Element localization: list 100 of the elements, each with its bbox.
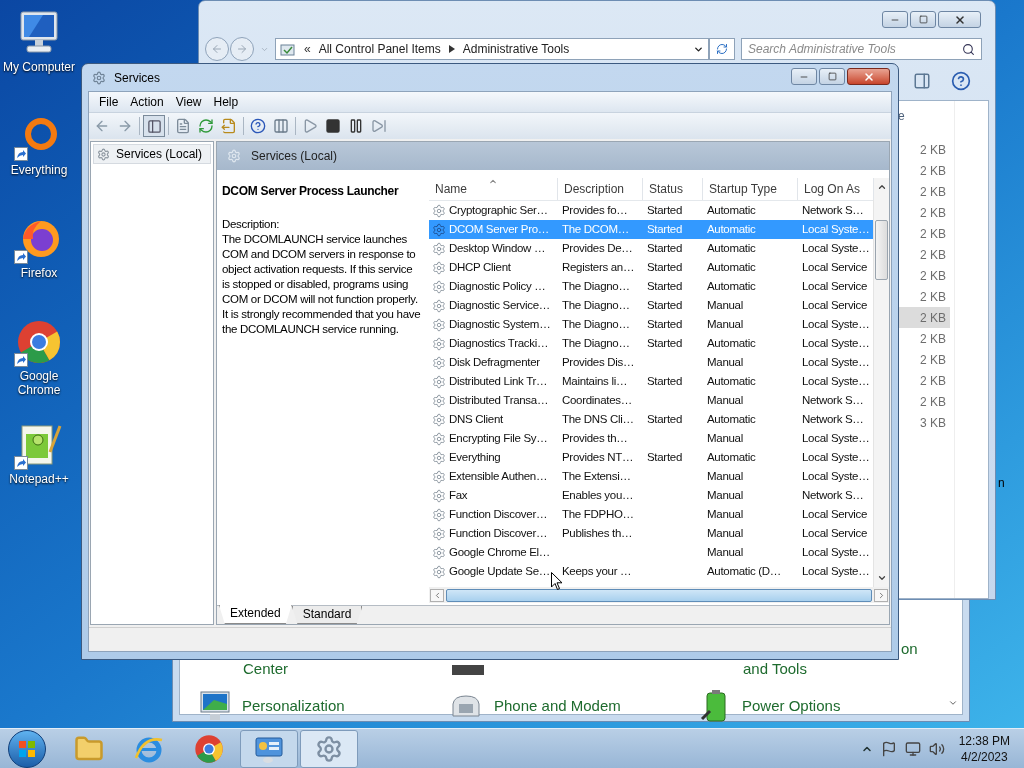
help-icon[interactable] [951,71,971,91]
desktop-icon-label[interactable]: My Computer [1,60,77,74]
item-label[interactable]: Power Options [742,694,841,718]
columns-icon[interactable] [273,118,289,134]
forward-icon[interactable] [117,118,133,134]
service-row[interactable]: DHCP Client Registers an… Started Automatic Local Service [429,258,873,277]
refresh-icon[interactable] [198,118,214,134]
item-label[interactable]: Center [243,660,289,678]
menu-item[interactable]: View [169,93,208,111]
address-field[interactable]: « All Control Panel Items Administrative Tools [275,38,709,60]
service-row[interactable]: Diagnostic Service… The Diagno… Started Manual Local Service [429,296,873,315]
service-row[interactable]: Encrypting File Sy… Provides th… Manual Local Syste… [429,429,873,448]
close-icon [953,13,966,26]
file-size: 2 KB [919,204,947,222]
service-row[interactable]: Diagnostics Tracki… The Diagno… Started Automatic Local Syste… [429,334,873,353]
table-cell-text: Everything [449,449,501,465]
service-row[interactable]: Extensible Authen… The Extensi… Manual Local Syste… [429,467,873,486]
close-button[interactable] [847,68,890,85]
gear-icon [315,734,343,763]
breadcrumb-item[interactable]: Administrative Tools [462,40,570,58]
scroll-down-icon[interactable] [948,698,958,708]
table-cell-text: Local Syste… [802,449,870,465]
flag-icon[interactable] [880,740,897,757]
service-row[interactable]: Diagnostic Policy … The Diagno… Started Automatic Local Service [429,277,873,296]
service-row[interactable]: Distributed Transa… Coordinates… Manual Network S… [429,391,873,410]
gear-icon [432,564,446,579]
desktop-icon-label[interactable]: Everything [1,163,77,177]
menu-item[interactable]: File [93,93,125,111]
taskbar-button[interactable] [240,729,298,768]
menu-item[interactable]: Action [124,93,170,111]
service-row[interactable]: Everything Provides NT… Started Automatic Local Syste… [429,448,873,467]
scroll-down-icon[interactable] [876,573,887,583]
column-header[interactable]: Status [643,178,703,200]
maximize-button[interactable] [910,11,936,28]
file-size: 2 KB [919,183,947,201]
column-header[interactable]: Name [429,178,558,200]
service-row[interactable]: Google Update Se… Keeps your … Automatic (D… Local Syste… [429,562,873,581]
item-label[interactable]: on [901,640,918,658]
service-row[interactable]: Fax Enables you… Manual Network S… [429,486,873,505]
desktop-icon-label[interactable]: Google Chrome [1,369,77,397]
tree-item[interactable]: Services (Local) [93,144,211,164]
forward-button[interactable] [230,37,254,61]
view-tab[interactable]: Extended [219,605,292,624]
horizontal-scrollbar[interactable] [429,587,889,603]
service-row[interactable]: Disk Defragmenter Provides Dis… Manual Local Syste… [429,353,873,372]
table-cell-text: The DCOM… [562,221,629,237]
table-cell-text: The Extensi… [562,468,631,484]
desktop-icon-label[interactable]: Notepad++ [1,472,77,486]
refresh-button[interactable] [709,38,735,60]
scrollbar-thumb[interactable] [446,588,872,602]
service-row[interactable]: Function Discover… The FDPHO… Manual Local Service [429,505,873,524]
scroll-up-icon[interactable] [876,182,887,192]
help-icon[interactable] [250,118,266,134]
address-overflow[interactable]: « [304,40,311,58]
view-tab[interactable]: Standard [291,606,363,624]
preview-pane-icon[interactable] [913,72,931,90]
clock[interactable]: 12:38 PM 4/2/2023 [958,732,1010,765]
console-tree-icon[interactable] [146,118,162,134]
play-icon[interactable] [302,118,318,134]
desktop-icon-label[interactable]: Firefox [1,266,77,280]
service-row[interactable]: Diagnostic System… The Diagno… Started Manual Local Syste… [429,315,873,334]
item-label[interactable]: Phone and Modem [494,694,621,718]
minimize-button[interactable] [791,68,817,85]
close-button[interactable] [938,11,981,28]
maximize-button[interactable] [819,68,845,85]
vertical-scrollbar[interactable] [873,178,889,587]
taskbar-button[interactable] [300,729,358,768]
item-label[interactable]: Personalization [242,694,345,718]
service-row[interactable]: Function Discover… Publishes th… Manual Local Service [429,524,873,543]
item-label[interactable]: and Tools [743,660,807,678]
speaker-icon[interactable] [928,740,945,757]
back-icon[interactable] [94,118,110,134]
scrollbar-thumb[interactable] [875,220,888,280]
service-row[interactable]: DNS Client The DNS Cli… Started Automatic Network S… [429,410,873,429]
properties-icon[interactable] [175,118,191,134]
breadcrumb-item[interactable]: All Control Panel Items [318,40,441,58]
column-header[interactable]: Description [558,178,643,200]
search-field[interactable]: Search Administrative Tools [741,38,982,60]
stop-icon[interactable] [325,118,341,134]
column-header[interactable]: Startup Type [703,178,798,200]
table-cell-text: The Diagno… [562,335,630,351]
service-row[interactable]: Cryptographic Ser… Provides fo… Started Automatic Network S… [429,201,873,220]
restart-icon[interactable] [371,118,387,134]
pause-icon[interactable] [348,118,364,134]
network-icon[interactable] [904,740,921,757]
service-row[interactable]: Desktop Window … Provides De… Started Automatic Local Syste… [429,239,873,258]
menu-item[interactable]: Help [207,93,245,111]
device-icon [452,665,484,675]
export-icon[interactable] [221,118,237,134]
service-row[interactable]: Distributed Link Tr… Maintains li… Started Automatic Local Syste… [429,372,873,391]
table-cell-text: Automatic [707,240,756,256]
minimize-button[interactable] [882,11,908,28]
start-button[interactable] [8,729,46,768]
search-icon[interactable] [962,42,975,56]
breadcrumb-separator-icon[interactable] [448,45,455,53]
search-input[interactable]: Search Administrative Tools [748,40,962,58]
service-row[interactable]: Google Chrome El… Manual Local Syste… [429,543,873,562]
column-header[interactable]: e [898,107,905,125]
wheel-logo-icon [16,319,62,365]
back-button[interactable] [205,37,229,61]
